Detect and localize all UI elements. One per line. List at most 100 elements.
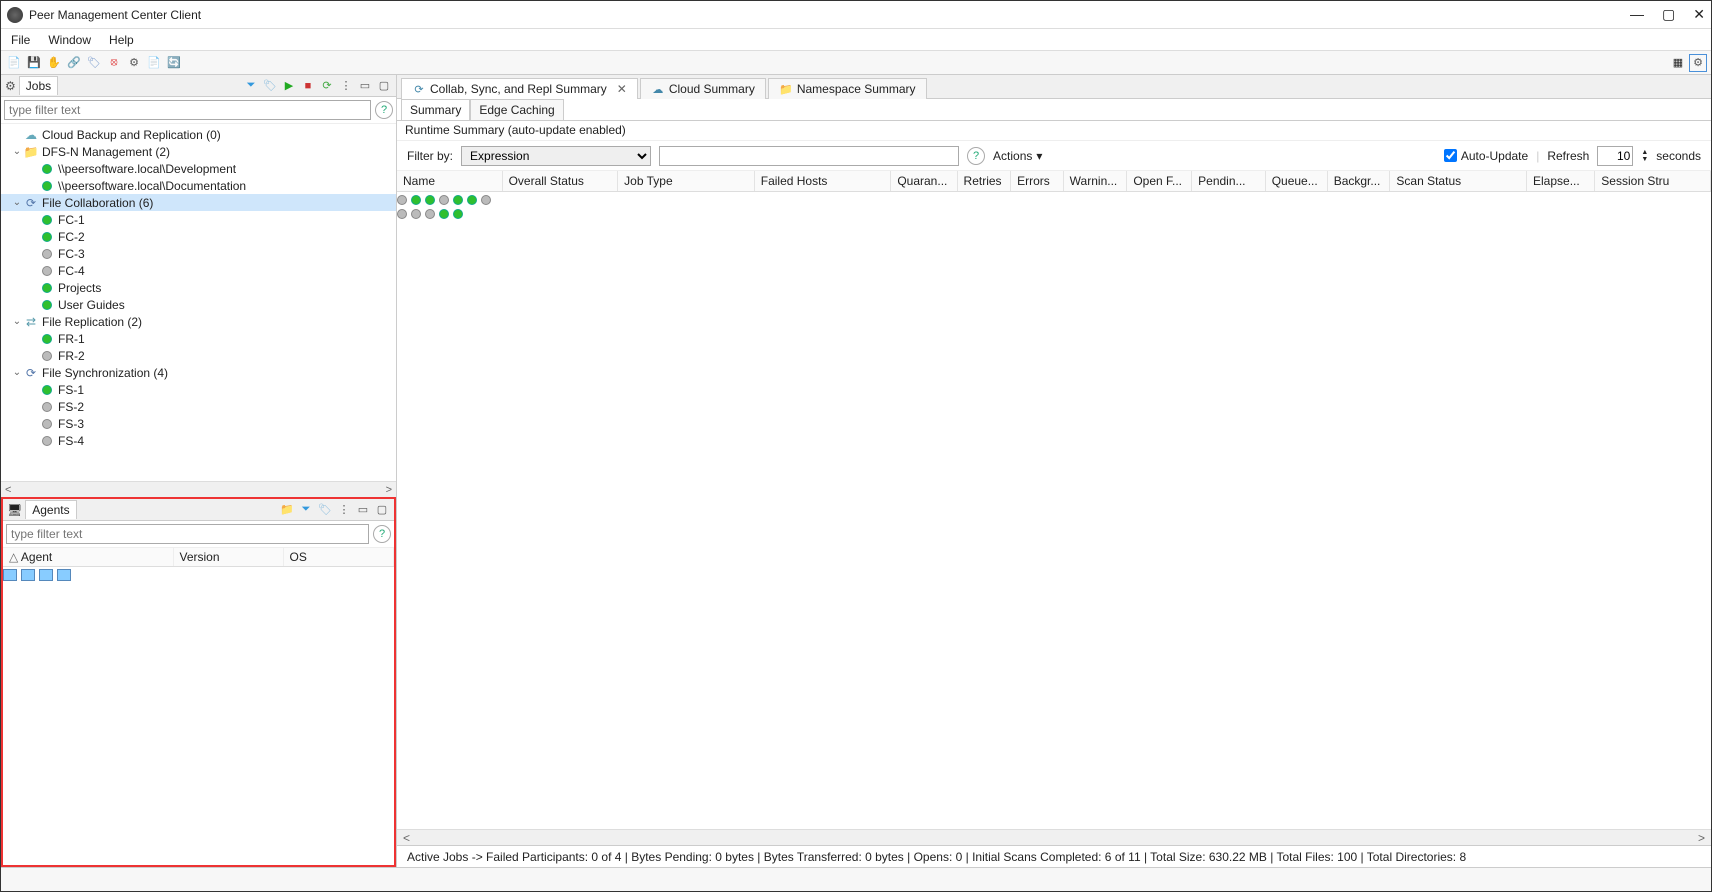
- refresh-interval-input[interactable]: [1597, 146, 1633, 166]
- new-icon[interactable]: 📄: [5, 54, 23, 72]
- agents-tag-icon[interactable]: 🏷: [317, 502, 333, 518]
- sort-icon[interactable]: △: [9, 550, 18, 564]
- col-13[interactable]: Elapse...: [1527, 171, 1595, 192]
- subtab-edge[interactable]: Edge Caching: [470, 99, 563, 120]
- col-7[interactable]: Warnin...: [1063, 171, 1127, 192]
- filter-help-icon[interactable]: ?: [967, 147, 985, 165]
- actions-dropdown[interactable]: Actions ▾: [993, 149, 1042, 163]
- close-button[interactable]: ✕: [1693, 6, 1705, 23]
- tree-file-collab[interactable]: ⌄⟳File Collaboration (6): [1, 194, 396, 211]
- minimize-panel-icon[interactable]: ▭: [357, 78, 373, 94]
- agents-filter-input[interactable]: [6, 524, 369, 544]
- filter-expression-select[interactable]: Expression: [461, 146, 651, 166]
- auto-update-checkbox[interactable]: Auto-Update: [1444, 149, 1528, 163]
- help-icon[interactable]: ?: [375, 101, 393, 119]
- col-0[interactable]: Name: [397, 171, 502, 192]
- play-icon[interactable]: ▶: [281, 78, 297, 94]
- tab-close-icon[interactable]: ✕: [617, 82, 627, 96]
- tree-sync-child[interactable]: FS-3: [1, 415, 396, 432]
- minimize-button[interactable]: —: [1630, 6, 1644, 23]
- agents-min-icon[interactable]: ▭: [355, 502, 371, 518]
- stop-icon[interactable]: ■: [300, 78, 316, 94]
- tree-dfsn-child[interactable]: \\peersoftware.local\Development: [1, 160, 396, 177]
- seconds-label: seconds: [1656, 149, 1701, 163]
- jobs-filter-input[interactable]: [4, 100, 371, 120]
- col-14[interactable]: Session Stru: [1595, 171, 1711, 192]
- tree-repl-child[interactable]: FR-1: [1, 330, 396, 347]
- refresh-icon[interactable]: 🔄: [165, 54, 183, 72]
- jobs-tree[interactable]: ☁Cloud Backup and Replication (0)⌄📁DFS-N…: [1, 124, 396, 481]
- settings-icon[interactable]: ⚙: [1689, 54, 1707, 72]
- app-icon: [7, 7, 23, 23]
- filter-icon[interactable]: ⏷: [243, 78, 259, 94]
- window-title: Peer Management Center Client: [29, 8, 1630, 22]
- agents-filter-icon[interactable]: ⏷: [298, 502, 314, 518]
- col-8[interactable]: Open F...: [1127, 171, 1192, 192]
- menu-help[interactable]: Help: [109, 33, 134, 47]
- tree-collab-child[interactable]: FC-2: [1, 228, 396, 245]
- hand-icon[interactable]: ✋: [45, 54, 63, 72]
- tree-repl-child[interactable]: FR-2: [1, 347, 396, 364]
- tree-dfsn-child[interactable]: \\peersoftware.local\Documentation: [1, 177, 396, 194]
- tree-sync-child[interactable]: FS-4: [1, 432, 396, 449]
- refresh2-icon[interactable]: ⟳: [319, 78, 335, 94]
- tree-collab-child[interactable]: FC-1: [1, 211, 396, 228]
- tag2-icon[interactable]: 🏷: [262, 78, 278, 94]
- col-agent[interactable]: Agent: [21, 550, 52, 564]
- maximize-button[interactable]: ▢: [1662, 6, 1675, 23]
- tree-collab-child[interactable]: User Guides: [1, 296, 396, 313]
- tab-namespace-summary[interactable]: 📁 Namespace Summary: [768, 78, 927, 99]
- link-icon[interactable]: 🔗: [65, 54, 83, 72]
- agents-more-icon[interactable]: ⋮: [336, 502, 352, 518]
- status-bar: Active Jobs -> Failed Participants: 0 of…: [397, 845, 1711, 867]
- agent-icon: [39, 569, 53, 581]
- filter-text-input[interactable]: [659, 146, 959, 166]
- main-hscroll[interactable]: <>: [397, 829, 1711, 845]
- gear-icon[interactable]: ⚙: [125, 54, 143, 72]
- menu-file[interactable]: File: [11, 33, 30, 47]
- doc2-icon[interactable]: 📄: [145, 54, 163, 72]
- col-4[interactable]: Quaran...: [891, 171, 957, 192]
- agents-help-icon[interactable]: ?: [373, 525, 391, 543]
- col-6[interactable]: Errors: [1011, 171, 1064, 192]
- tab-cloud-summary[interactable]: ☁ Cloud Summary: [640, 78, 766, 99]
- col-11[interactable]: Backgr...: [1327, 171, 1390, 192]
- col-2[interactable]: Job Type: [618, 171, 755, 192]
- col-version[interactable]: Version: [173, 548, 283, 567]
- tree-sync-child[interactable]: FS-2: [1, 398, 396, 415]
- tag-icon[interactable]: 🏷: [85, 54, 103, 72]
- tree-dfsn[interactable]: ⌄📁DFS-N Management (2): [1, 143, 396, 160]
- tree-sync-child[interactable]: FS-1: [1, 381, 396, 398]
- cloud-icon: ☁: [651, 82, 665, 96]
- col-5[interactable]: Retries: [957, 171, 1011, 192]
- agents-max-icon[interactable]: ▢: [374, 502, 390, 518]
- agents-panel-header: 🖥 Agents 📁 ⏷ 🏷 ⋮ ▭ ▢: [3, 499, 394, 521]
- col-3[interactable]: Failed Hosts: [754, 171, 891, 192]
- maximize-panel-icon[interactable]: ▢: [376, 78, 392, 94]
- tree-collab-child[interactable]: Projects: [1, 279, 396, 296]
- tab-collab-summary[interactable]: ⟳ Collab, Sync, and Repl Summary ✕: [401, 78, 638, 99]
- spinner-buttons[interactable]: ▲▼: [1641, 149, 1648, 163]
- col-9[interactable]: Pendin...: [1192, 171, 1266, 192]
- grid-icon[interactable]: ▦: [1669, 54, 1687, 72]
- col-1[interactable]: Overall Status: [502, 171, 618, 192]
- more-icon[interactable]: ⋮: [338, 78, 354, 94]
- agents-folder-icon[interactable]: 📁: [279, 502, 295, 518]
- namespace-icon: 📁: [779, 82, 793, 96]
- title-bar: Peer Management Center Client — ▢ ✕: [1, 1, 1711, 29]
- tree-cloud-backup[interactable]: ☁Cloud Backup and Replication (0): [1, 126, 396, 143]
- subtab-summary[interactable]: Summary: [401, 99, 470, 120]
- tree-collab-child[interactable]: FC-3: [1, 245, 396, 262]
- col-os[interactable]: OS: [283, 548, 394, 567]
- col-10[interactable]: Queue...: [1265, 171, 1327, 192]
- error-icon[interactable]: ⦻: [105, 54, 123, 72]
- tree-file-sync[interactable]: ⌄⟳File Synchronization (4): [1, 364, 396, 381]
- tree-collab-child[interactable]: FC-4: [1, 262, 396, 279]
- tree-file-repl[interactable]: ⌄⇄File Replication (2): [1, 313, 396, 330]
- jobs-hscroll[interactable]: <>: [1, 481, 396, 497]
- save-icon[interactable]: 💾: [25, 54, 43, 72]
- col-12[interactable]: Scan Status: [1390, 171, 1527, 192]
- menu-window[interactable]: Window: [48, 33, 91, 47]
- refresh-label: Refresh: [1547, 149, 1589, 163]
- agents-icon: 🖥: [7, 503, 22, 517]
